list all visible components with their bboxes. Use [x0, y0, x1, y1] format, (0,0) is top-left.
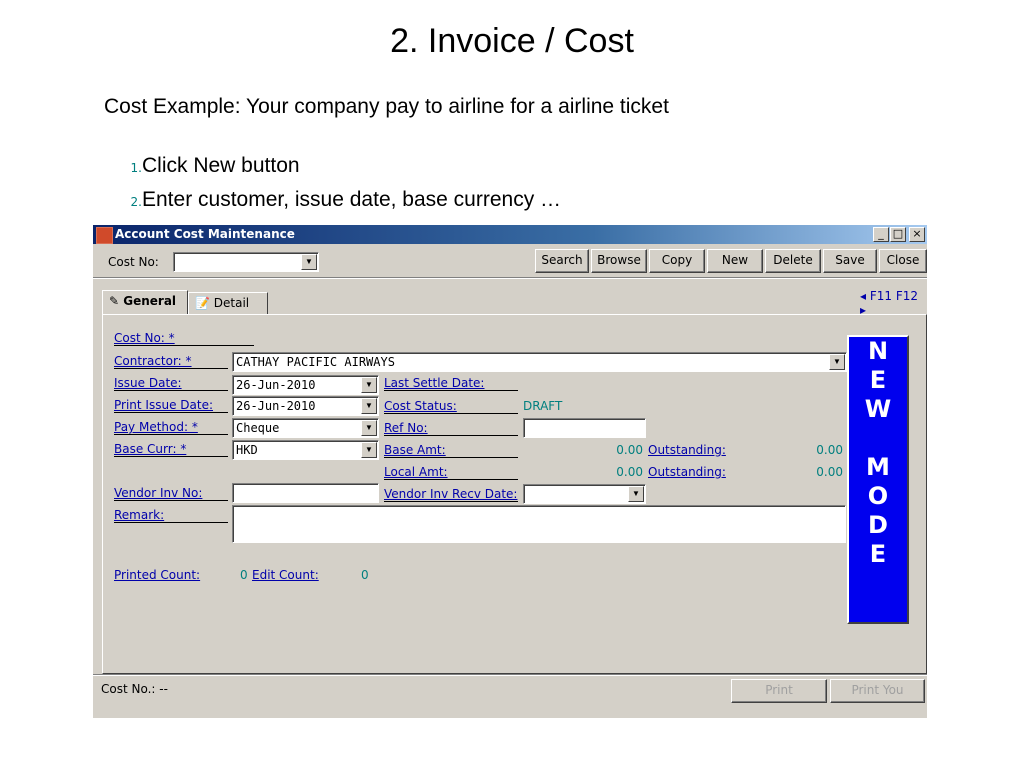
chevron-down-icon[interactable]: ▼ — [829, 354, 845, 370]
printed-count-label[interactable]: Printed Count: — [114, 568, 200, 582]
window-title: Account Cost Maintenance — [115, 227, 295, 241]
vendor-inv-recv-date-picker[interactable]: ▼ — [523, 484, 646, 504]
base-outstanding-value: 0.00 — [816, 443, 843, 457]
cost-status-label[interactable]: Cost Status: — [384, 399, 518, 414]
document-edit-icon: 📝 — [195, 296, 210, 310]
close-button[interactable]: Close — [879, 249, 927, 273]
slide-title: 2. Invoice / Cost — [390, 22, 634, 60]
pay-method-select[interactable]: Cheque ▼ — [232, 418, 379, 438]
status-separator — [93, 674, 927, 676]
toolbar-separator — [93, 277, 927, 279]
search-button[interactable]: Search — [535, 249, 589, 273]
chevron-down-icon[interactable]: ▼ — [361, 398, 377, 414]
print-issue-date-picker[interactable]: 26-Jun-2010 ▼ — [232, 396, 379, 416]
maximize-button[interactable]: □ — [890, 227, 906, 242]
cost-no-label: Cost No: — [108, 255, 159, 269]
base-amt-label[interactable]: Base Amt: — [384, 443, 518, 458]
copy-button[interactable]: Copy — [649, 249, 705, 273]
browse-button[interactable]: Browse — [591, 249, 647, 273]
local-amt-label[interactable]: Local Amt: — [384, 465, 518, 480]
slide-subtitle: Cost Example: Your company pay to airlin… — [104, 95, 669, 118]
edit-count-value: 0 — [361, 568, 369, 582]
base-curr-select[interactable]: HKD ▼ — [232, 440, 379, 460]
local-amt-value: 0.00 — [616, 465, 643, 479]
step-2: 2.Enter customer, issue date, base curre… — [130, 188, 562, 211]
remark-label[interactable]: Remark: — [114, 508, 228, 523]
record-nav[interactable]: ◂ F11 F12 ▸ — [860, 289, 927, 317]
mode-letter: M — [866, 453, 890, 481]
base-curr-label[interactable]: Base Curr: * — [114, 442, 228, 457]
tab-detail[interactable]: 📝 Detail — [188, 292, 268, 315]
new-mode-badge: N E W M O D E — [847, 335, 909, 624]
print-issue-date-label[interactable]: Print Issue Date: — [114, 398, 228, 413]
chevron-down-icon[interactable]: ▼ — [301, 254, 317, 270]
save-button[interactable]: Save — [823, 249, 877, 273]
ref-no-input[interactable] — [523, 418, 646, 438]
mode-letter: W — [864, 395, 892, 423]
vendor-inv-no-label[interactable]: Vendor Inv No: — [114, 486, 228, 501]
edit-count-label[interactable]: Edit Count: — [252, 568, 319, 582]
minimize-button[interactable]: _ — [873, 227, 889, 242]
ref-no-label[interactable]: Ref No: — [384, 421, 518, 436]
print-button[interactable]: Print — [731, 679, 827, 703]
print-you-button[interactable]: Print You — [830, 679, 925, 703]
window-titlebar[interactable]: Account Cost Maintenance _ □ × — [93, 225, 927, 244]
cost-status-value: DRAFT — [523, 399, 563, 413]
mode-spacer — [849, 424, 907, 453]
chevron-down-icon[interactable]: ▼ — [361, 377, 377, 393]
issue-date-picker[interactable]: 26-Jun-2010 ▼ — [232, 375, 379, 395]
chevron-down-icon[interactable]: ▼ — [628, 486, 644, 502]
contractor-combo[interactable]: CATHAY PACIFIC AIRWAYS ▼ — [232, 352, 847, 372]
printed-count-value: 0 — [240, 568, 248, 582]
base-outstanding-label[interactable]: Outstanding: — [648, 443, 726, 457]
close-window-button[interactable]: × — [909, 227, 925, 242]
status-cost-no: Cost No.: -- — [101, 682, 168, 696]
vendor-inv-recv-date-label[interactable]: Vendor Inv Recv Date: — [384, 487, 518, 502]
issue-date-label[interactable]: Issue Date: — [114, 376, 228, 391]
mode-letter: E — [869, 366, 887, 394]
steps-list: 1.Click New button 2.Enter customer, iss… — [104, 150, 561, 218]
vendor-inv-no-input[interactable] — [232, 483, 379, 503]
pay-method-label[interactable]: Pay Method: * — [114, 420, 228, 435]
local-outstanding-value: 0.00 — [816, 465, 843, 479]
mode-letter: N — [867, 337, 889, 365]
contractor-label[interactable]: Contractor: * — [114, 354, 228, 369]
app-icon — [96, 227, 113, 244]
remark-textarea[interactable] — [232, 505, 846, 543]
chevron-down-icon[interactable]: ▼ — [361, 442, 377, 458]
last-settle-date-label[interactable]: Last Settle Date: — [384, 376, 518, 391]
mode-letter: E — [869, 540, 887, 568]
cost-no-combo[interactable]: ▼ — [173, 252, 319, 272]
tab-general[interactable]: ✎ General — [102, 290, 188, 314]
step-1: 1.Click New button — [130, 154, 300, 177]
cost-no-field-label[interactable]: Cost No: * — [114, 331, 254, 346]
mode-letter: O — [867, 482, 889, 510]
chevron-down-icon[interactable]: ▼ — [361, 420, 377, 436]
base-amt-value: 0.00 — [616, 443, 643, 457]
mode-letter: D — [868, 511, 888, 539]
account-cost-window: Account Cost Maintenance _ □ × Cost No: … — [93, 225, 927, 718]
delete-button[interactable]: Delete — [765, 249, 821, 273]
new-button[interactable]: New — [707, 249, 763, 273]
edit-icon: ✎ — [109, 294, 120, 308]
local-outstanding-label[interactable]: Outstanding: — [648, 465, 726, 479]
